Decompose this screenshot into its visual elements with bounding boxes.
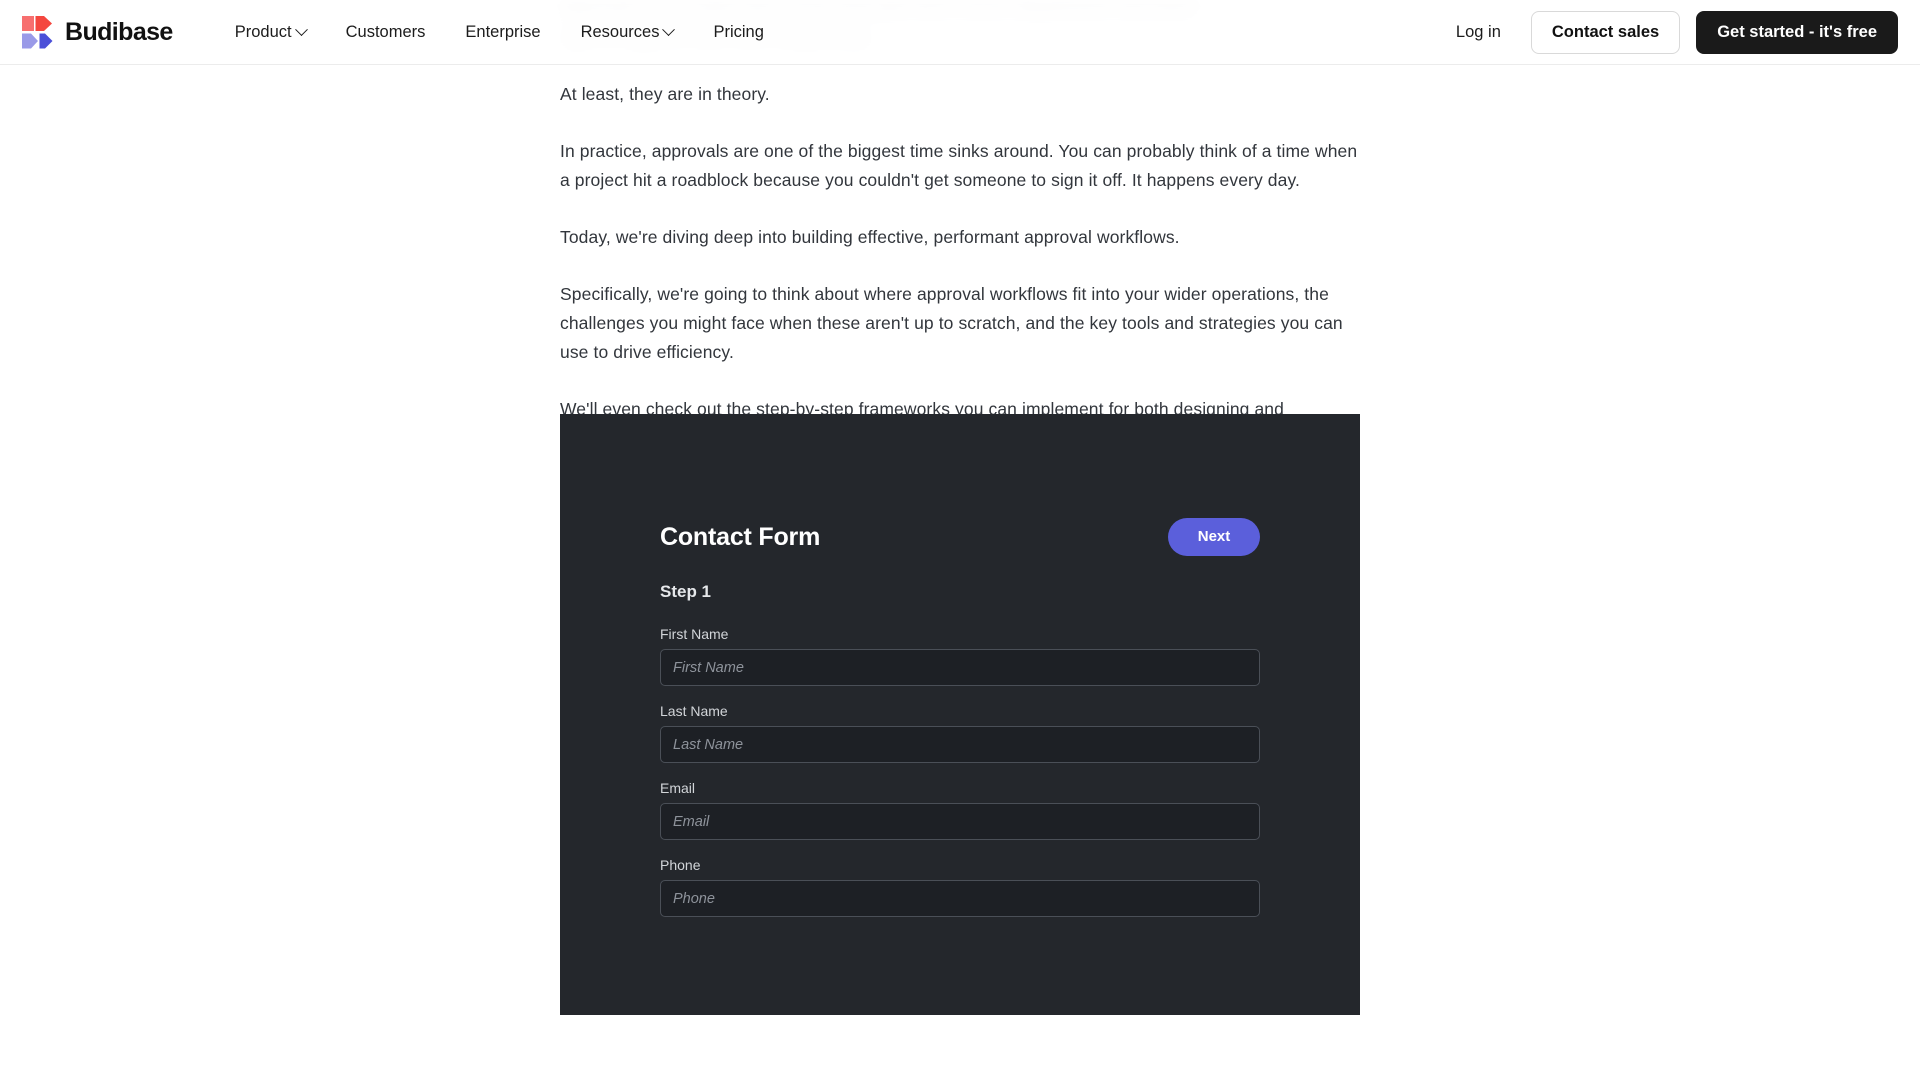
site-header: Budibase Product Customers Enterprise Re… xyxy=(0,0,1920,65)
nav-item-customers[interactable]: Customers xyxy=(326,15,446,50)
article-paragraph: At least, they are in theory. xyxy=(560,84,770,104)
nav-item-pricing[interactable]: Pricing xyxy=(693,15,783,50)
nav-item-enterprise[interactable]: Enterprise xyxy=(445,15,560,50)
brand-logo-link[interactable]: Budibase xyxy=(22,15,173,49)
page-root: approvals are a routine part of how work… xyxy=(0,0,1920,1080)
nav-item-label: Customers xyxy=(345,22,426,41)
email-input[interactable] xyxy=(660,803,1260,840)
get-started-button[interactable]: Get started - it's free xyxy=(1696,10,1898,54)
login-link[interactable]: Log in xyxy=(1442,15,1515,50)
article-paragraph: Today, we're diving deep into building e… xyxy=(560,227,1180,247)
contact-form-fields: First Name Last Name Email Phone xyxy=(660,626,1260,917)
article-paragraph: Specifically, we're going to think about… xyxy=(560,284,1343,362)
nav-item-label: Pricing xyxy=(713,22,764,41)
article-content: At least, they are in theory. In practic… xyxy=(560,0,1360,481)
embedded-app-inner: Contact Form Next Step 1 First Name Last… xyxy=(660,514,1260,934)
budibase-logo-icon xyxy=(22,15,53,49)
article-paragraph: In practice, approvals are one of the bi… xyxy=(560,141,1358,190)
embedded-app-panel: Contact Form Next Step 1 First Name Last… xyxy=(560,414,1360,1015)
step-label: Step 1 xyxy=(660,582,712,601)
main-nav: Product Customers Enterprise Resources P… xyxy=(215,15,784,50)
nav-item-product[interactable]: Product xyxy=(215,15,326,50)
first-name-label: First Name xyxy=(660,626,729,642)
first-name-input[interactable] xyxy=(660,649,1260,686)
next-button[interactable]: Next xyxy=(1168,518,1260,556)
phone-input[interactable] xyxy=(660,880,1260,917)
nav-item-label: Enterprise xyxy=(465,22,541,41)
nav-item-label: Product xyxy=(234,22,292,41)
nav-item-label: Resources xyxy=(580,22,660,41)
form-field-last-name: Last Name xyxy=(660,703,1260,763)
header-actions: Log in Contact sales Get started - it's … xyxy=(1442,10,1898,54)
embedded-app-header: Contact Form Next xyxy=(660,514,1260,560)
chevron-down-icon xyxy=(294,22,308,36)
form-field-phone: Phone xyxy=(660,857,1260,917)
form-field-email: Email xyxy=(660,780,1260,840)
last-name-label: Last Name xyxy=(660,703,728,719)
nav-item-resources[interactable]: Resources xyxy=(561,15,694,50)
contact-form-title: Contact Form xyxy=(660,522,821,551)
contact-sales-button[interactable]: Contact sales xyxy=(1530,10,1681,54)
brand-name: Budibase xyxy=(65,17,173,46)
phone-label: Phone xyxy=(660,857,701,873)
article-body: At least, they are in theory. In practic… xyxy=(560,0,1360,453)
last-name-input[interactable] xyxy=(660,726,1260,763)
form-field-first-name: First Name xyxy=(660,626,1260,686)
chevron-down-icon xyxy=(662,22,676,36)
email-label: Email xyxy=(660,780,696,796)
